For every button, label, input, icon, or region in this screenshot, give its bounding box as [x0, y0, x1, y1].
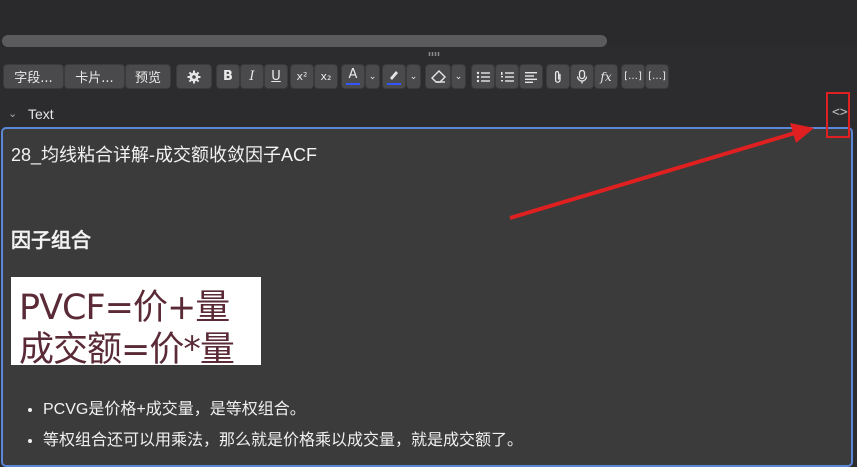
paperclip-icon: [553, 70, 563, 84]
formula-line: 成交额=价*量: [19, 330, 235, 370]
options-button[interactable]: [176, 64, 212, 89]
cloze-button[interactable]: […]: [621, 64, 645, 89]
gear-icon: [187, 70, 201, 84]
cloze-same-icon: […]: [648, 71, 666, 82]
fields-button[interactable]: 字段...: [3, 64, 64, 89]
bullet-list-icon: [476, 71, 490, 83]
align-left-icon: [524, 71, 538, 83]
highlighter-icon: [388, 69, 400, 81]
text-color-button[interactable]: A: [341, 64, 365, 89]
align-button[interactable]: [519, 64, 543, 89]
field-header: ⌄ Text <>: [0, 104, 857, 126]
eraser-icon: [430, 70, 446, 83]
horizontal-scrollbar[interactable]: [2, 35, 607, 47]
numbered-list-icon: [500, 71, 514, 83]
text-color-dropdown[interactable]: ⌄: [365, 64, 380, 89]
section-heading: 因子组合: [11, 230, 91, 252]
chevron-down-icon: ⌄: [454, 71, 463, 82]
highlight-color-swatch: [387, 83, 401, 85]
subscript-button[interactable]: x₂: [314, 64, 338, 89]
italic-button[interactable]: I: [240, 64, 264, 89]
chevron-down-icon: ⌄: [368, 71, 377, 82]
eraser-button[interactable]: [425, 64, 451, 89]
microphone-icon: [576, 69, 588, 84]
list-item: 等权组合还可以用乘法，那么就是价格乘以成交量，就是成交额了。: [43, 426, 523, 450]
numbered-list-button[interactable]: [495, 64, 519, 89]
annotation-highlight-box: [826, 92, 850, 138]
underline-button[interactable]: U: [264, 64, 288, 89]
cloze-icon: […]: [624, 71, 642, 82]
cards-button[interactable]: 卡片...: [64, 64, 125, 89]
bullet-list-button[interactable]: [471, 64, 495, 89]
note-title-line: 28_均线粘合详解-成交额收敛因子ACF: [11, 145, 318, 165]
editor-toolbar: 字段... 卡片... 预览 B I U x² x₂ A ⌄ ⌄ ⌄ fx [……: [0, 64, 857, 90]
attach-button[interactable]: [546, 64, 570, 89]
bold-button[interactable]: B: [216, 64, 240, 89]
list-item: PCVG是价格+成交量，是等权组合。: [43, 395, 523, 419]
superscript-button[interactable]: x²: [290, 64, 314, 89]
text-color-icon: A: [348, 67, 358, 82]
chevron-down-icon: ⌄: [409, 71, 418, 82]
math-button[interactable]: fx: [594, 64, 618, 89]
highlight-dropdown[interactable]: ⌄: [406, 64, 421, 89]
highlight-button[interactable]: [382, 64, 406, 89]
bullet-list: PCVG是价格+成交量，是等权组合。 等权组合还可以用乘法，那么就是价格乘以成交…: [23, 395, 523, 457]
cloze-same-button[interactable]: […]: [645, 64, 669, 89]
function-icon: fx: [600, 69, 612, 84]
formula-image: PVCF=价+量 成交额=价*量: [11, 277, 261, 370]
preview-button[interactable]: 预览: [125, 64, 171, 89]
top-panel: [0, 0, 857, 47]
eraser-dropdown[interactable]: ⌄: [451, 64, 466, 89]
field-label: Text: [28, 106, 54, 122]
text-field-editor[interactable]: 28_均线粘合详解-成交额收敛因子ACF 因子组合 PVCF=价+量 成交额=价…: [1, 127, 853, 467]
text-color-swatch: [346, 83, 360, 85]
collapse-chevron-icon[interactable]: ⌄: [8, 107, 17, 120]
resize-grip[interactable]: [428, 52, 440, 56]
record-audio-button[interactable]: [570, 64, 594, 89]
